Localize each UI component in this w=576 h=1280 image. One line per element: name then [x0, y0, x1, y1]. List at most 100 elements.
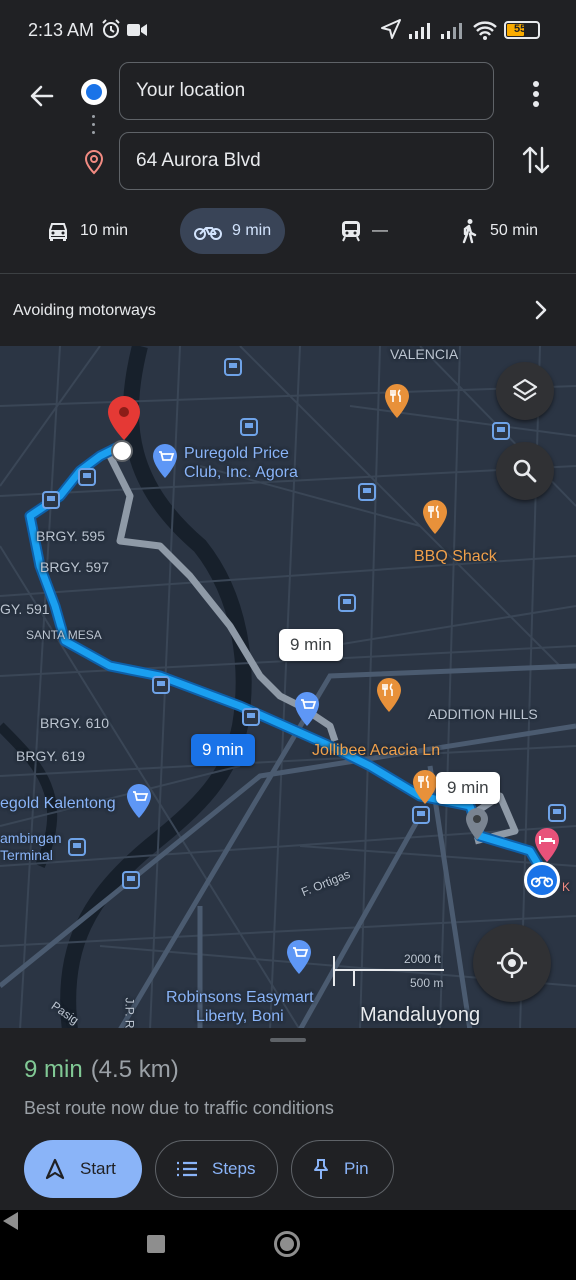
shopping-cart-pin-icon[interactable] — [292, 690, 322, 728]
pin-button[interactable]: Pin — [291, 1140, 394, 1198]
current-location-marker[interactable] — [524, 862, 560, 898]
pin-label: Pin — [344, 1159, 369, 1178]
map-scale: 2000 ft 500 m — [332, 952, 452, 992]
swap-directions-icon[interactable] — [518, 142, 554, 178]
place-label: BRGY. 595 — [36, 528, 106, 544]
restaurant-pin-icon[interactable] — [420, 498, 450, 536]
place-label: Jollibee Acacia Ln — [312, 742, 441, 759]
place-label: K — [562, 880, 571, 894]
shopping-cart-pin-icon[interactable] — [124, 782, 154, 820]
car-icon — [49, 223, 67, 241]
tab-transit-label: — — [372, 222, 388, 239]
more-options-icon[interactable] — [522, 76, 550, 112]
back-arrow-icon[interactable] — [24, 78, 60, 114]
restaurant-pin-icon[interactable] — [374, 676, 404, 714]
drag-handle[interactable] — [270, 1038, 306, 1042]
place-label: GY. 591 — [0, 601, 50, 617]
bus-stop-icon[interactable] — [152, 676, 170, 694]
alt-route-time-bubble[interactable]: 9 min — [279, 629, 343, 661]
start-button[interactable]: Start — [24, 1140, 142, 1198]
tab-drive-label: 10 min — [80, 222, 129, 239]
signal-icon-2 — [441, 23, 462, 39]
route-options-label: Avoiding motorways — [13, 302, 156, 319]
status-bar: 2:13 AM 55 — [0, 0, 576, 60]
directions-header: Your location 64 Aurora Blvd 10 min 9 mi… — [0, 60, 576, 346]
bus-stop-icon[interactable] — [242, 708, 260, 726]
tab-transit[interactable]: — — [340, 208, 388, 254]
shopping-cart-pin-icon[interactable] — [150, 442, 180, 480]
restaurant-pin-icon[interactable] — [382, 382, 412, 420]
alt-route-time-bubble[interactable]: 9 min — [436, 772, 500, 804]
place-label: egold Kalentong — [0, 795, 116, 812]
system-nav-bar — [0, 1210, 576, 1280]
recents-button[interactable] — [147, 1235, 165, 1253]
place-label: BRGY. 597 — [40, 559, 110, 575]
layers-button[interactable] — [496, 362, 554, 420]
place-label: BBQ Shack — [414, 548, 497, 565]
origin-marker-icon — [81, 79, 107, 105]
route-options-row[interactable]: Avoiding motorways — [0, 274, 576, 346]
navigation-arrow-icon — [45, 1158, 65, 1180]
bus-stop-icon[interactable] — [338, 594, 356, 612]
origin-field[interactable]: Your location — [119, 62, 494, 120]
signal-icon — [409, 23, 430, 39]
destination-marker-icon[interactable] — [104, 394, 144, 464]
pushpin-icon — [314, 1159, 328, 1179]
bus-stop-icon[interactable] — [492, 422, 510, 440]
home-button[interactable] — [274, 1231, 300, 1257]
place-label: ambingan Terminal — [0, 830, 62, 863]
transit-icon — [342, 221, 360, 242]
scale-metric: 500 m — [410, 976, 444, 990]
tab-drive[interactable]: 10 min — [46, 208, 128, 254]
gray-marker-icon — [466, 808, 488, 840]
motorcycle-icon — [531, 876, 553, 888]
destination-field[interactable]: 64 Aurora Blvd — [119, 132, 494, 190]
location-arrow-icon — [381, 19, 401, 39]
bus-stop-icon[interactable] — [548, 804, 566, 822]
place-label: BRGY. 619 — [16, 748, 86, 764]
bus-stop-icon[interactable] — [42, 491, 60, 509]
bus-stop-icon[interactable] — [68, 838, 86, 856]
tab-walk-label: 50 min — [490, 222, 539, 239]
bus-stop-icon[interactable] — [224, 358, 242, 376]
eta-distance: (4.5 km) — [90, 1056, 179, 1083]
status-time: 2:13 AM — [28, 20, 95, 40]
place-label: Puregold Price Club, Inc. Agora — [184, 445, 298, 481]
recenter-button[interactable] — [473, 924, 551, 1002]
tab-motorcycle[interactable]: 9 min — [180, 208, 286, 254]
tab-walk[interactable]: 50 min — [458, 208, 538, 254]
street-label: J.P. R — [122, 997, 137, 1029]
place-label: ADDITION HILLS — [428, 706, 538, 722]
scale-imperial: 2000 ft — [404, 952, 441, 966]
route-note: Best route now due to traffic conditions — [24, 1098, 334, 1118]
search-along-route-button[interactable] — [496, 442, 554, 500]
search-icon — [513, 459, 537, 483]
bus-stop-icon[interactable] — [412, 806, 430, 824]
motorcycle-icon — [194, 227, 222, 240]
my-location-icon — [497, 948, 527, 978]
wifi-icon — [473, 21, 497, 40]
tab-motorcycle-label: 9 min — [232, 222, 272, 239]
place-label: BRGY. 610 — [40, 715, 110, 731]
bus-stop-icon[interactable] — [358, 483, 376, 501]
eta-summary: 9 min (4.5 km) — [24, 1056, 179, 1084]
shopping-cart-pin-icon[interactable] — [284, 938, 314, 976]
map-view[interactable]: VALENCIA Puregold Price Club, Inc. Agora… — [0, 346, 576, 1030]
place-label: Mandaluyong — [360, 1004, 481, 1026]
steps-button[interactable]: Steps — [155, 1140, 278, 1198]
video-record-icon — [127, 24, 147, 36]
bus-stop-icon[interactable] — [122, 871, 140, 889]
place-label: SANTA MESA — [26, 628, 102, 642]
start-label: Start — [80, 1159, 116, 1178]
chevron-right-icon — [535, 300, 547, 320]
bus-stop-icon[interactable] — [240, 418, 258, 436]
battery-level: 55 — [514, 23, 527, 35]
back-triangle-icon[interactable] — [0, 1210, 20, 1232]
destination-pin-icon — [84, 149, 104, 175]
main-route-time-bubble[interactable]: 9 min — [191, 734, 255, 766]
route-summary-sheet[interactable]: 9 min (4.5 km) Best route now due to traf… — [0, 1028, 576, 1210]
bus-stop-icon[interactable] — [78, 468, 96, 486]
route-connector — [92, 115, 96, 139]
hotel-pin-icon[interactable] — [532, 826, 562, 864]
battery-icon: 55 — [504, 21, 540, 39]
